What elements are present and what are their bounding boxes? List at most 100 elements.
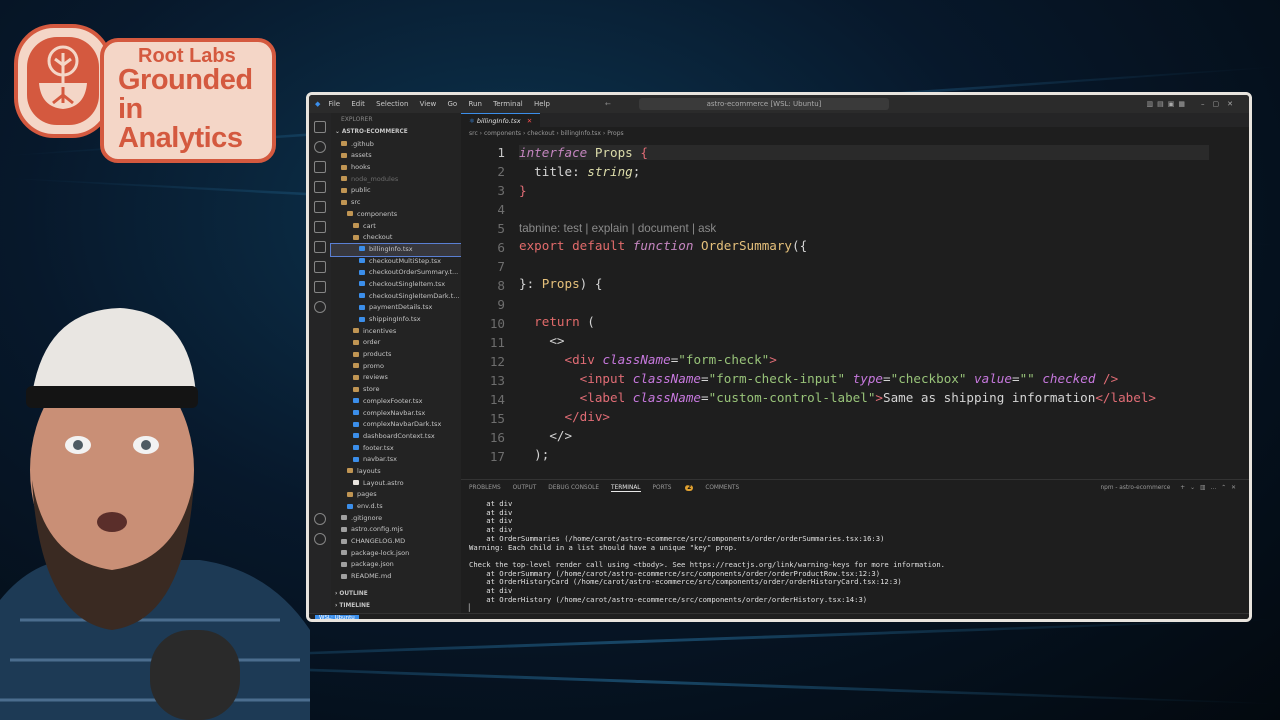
menu-help[interactable]: Help — [534, 100, 550, 108]
explorer-icon[interactable] — [314, 121, 326, 133]
menu-run[interactable]: Run — [468, 100, 481, 108]
layout-toggle-icons[interactable]: ▥▤▣▦ — [1147, 100, 1189, 108]
tree-folder[interactable]: pages — [331, 489, 461, 501]
menu-selection[interactable]: Selection — [376, 100, 408, 108]
tree-file[interactable]: dashboardContext.tsx — [331, 431, 461, 443]
accounts-icon[interactable] — [314, 513, 326, 525]
tree-folder[interactable]: hooks — [331, 162, 461, 174]
tabnine-icon[interactable] — [314, 281, 326, 293]
tree-folder[interactable]: cart — [331, 221, 461, 233]
tree-folder[interactable]: order — [331, 337, 461, 349]
tree-file[interactable]: astro.config.mjs — [331, 524, 461, 536]
code-line[interactable]: <div className="form-check"> — [519, 352, 777, 367]
breadcrumb-components[interactable]: components — [484, 130, 521, 137]
menu-edit[interactable]: Edit — [351, 100, 365, 108]
tree-file[interactable]: package.json — [331, 559, 461, 571]
tree-file[interactable]: .gitignore — [331, 513, 461, 525]
tree-file[interactable]: package-lock.json — [331, 548, 461, 560]
search-icon[interactable] — [314, 141, 326, 153]
tree-file[interactable]: billingInfo.tsx — [330, 242, 462, 257]
tree-folder[interactable]: src — [331, 197, 461, 209]
tree-file[interactable]: complexNavbarDark.tsx — [331, 419, 461, 431]
folder-icon — [341, 176, 347, 182]
tree-folder[interactable]: node_modules — [331, 174, 461, 186]
source-control-icon[interactable] — [314, 161, 326, 173]
settings-gear-icon[interactable] — [314, 533, 326, 545]
tab-debug-console[interactable]: DEBUG CONSOLE — [548, 485, 599, 491]
tab-billing-info[interactable]: ⚛ billingInfo.tsx ✕ — [461, 113, 541, 127]
code-line[interactable]: </div> — [519, 409, 611, 424]
close-icon[interactable]: ✕ — [527, 117, 532, 125]
timeline-section[interactable]: › TIMELINE — [331, 601, 370, 613]
tab-terminal[interactable]: TERMINAL — [611, 485, 641, 492]
tab-ports[interactable]: PORTS 2 — [653, 485, 694, 491]
line-number: 7 — [497, 259, 505, 274]
tree-file[interactable]: env.d.ts — [331, 501, 461, 513]
tree-folder[interactable]: assets — [331, 150, 461, 162]
outline-section[interactable]: › OUTLINE — [331, 589, 368, 601]
terminal-line: at div — [469, 499, 513, 508]
tree-file[interactable]: complexNavbar.tsx — [331, 408, 461, 420]
chat-icon[interactable] — [314, 301, 326, 313]
tree-folder[interactable]: layouts — [331, 466, 461, 478]
tree-file[interactable]: Layout.astro — [331, 478, 461, 490]
tree-file[interactable]: footer.tsx — [331, 443, 461, 455]
window-controls[interactable]: –▢✕ — [1201, 100, 1241, 108]
breadcrumb-checkout[interactable]: checkout — [527, 130, 554, 137]
tree-folder[interactable]: store — [331, 384, 461, 396]
menu-view[interactable]: View — [420, 100, 437, 108]
run-debug-icon[interactable] — [314, 181, 326, 193]
tab-output[interactable]: OUTPUT — [513, 485, 537, 491]
tree-folder[interactable]: reviews — [331, 372, 461, 384]
tree-folder[interactable]: .github — [331, 139, 461, 151]
tree-folder[interactable]: checkout — [331, 232, 461, 244]
tree-file[interactable]: paymentDetails.tsx — [331, 302, 461, 314]
code-line[interactable]: <input className="form-check-input" type… — [519, 371, 1119, 386]
menu-file[interactable]: File — [328, 100, 340, 108]
explorer-root[interactable]: ⌄ ASTRO-ECOMMERCE — [331, 127, 461, 139]
tree-folder[interactable]: promo — [331, 361, 461, 373]
code-line[interactable]: } — [519, 183, 527, 198]
code-line[interactable]: </> — [519, 428, 572, 443]
tree-file[interactable]: checkoutSingleItem.tsx — [331, 279, 461, 291]
code-line[interactable]: }: Props) { — [519, 276, 602, 291]
menu-terminal[interactable]: Terminal — [493, 100, 523, 108]
extensions-icon[interactable] — [314, 201, 326, 213]
tree-file[interactable]: README.md — [331, 571, 461, 583]
code-line[interactable]: title: string; — [519, 164, 640, 179]
code-line[interactable]: <> — [519, 333, 564, 348]
tree-file[interactable]: CHANGELOG.MD — [331, 536, 461, 548]
remote-explorer-icon[interactable] — [314, 221, 326, 233]
tree-folder[interactable]: incentives — [331, 326, 461, 338]
tab-problems[interactable]: PROBLEMS — [469, 485, 501, 491]
menu-go[interactable]: Go — [448, 100, 458, 108]
command-center-search[interactable]: astro-ecommerce [WSL: Ubuntu] — [639, 98, 889, 110]
code-line[interactable]: interface Props { — [519, 145, 1209, 160]
tabnine-codelens[interactable]: tabnine: test | explain | document | ask — [519, 222, 716, 235]
tree-file[interactable]: complexFooter.tsx — [331, 396, 461, 408]
code-line[interactable]: ); — [519, 447, 549, 462]
line-number: 2 — [497, 164, 505, 179]
terminal-name[interactable]: npm - astro-ecommerce — [1101, 485, 1171, 491]
remote-indicator[interactable]: WSL: Ubuntu — [315, 615, 359, 619]
breadcrumb-symbol[interactable]: Props — [607, 130, 623, 137]
breadcrumb-src[interactable]: src — [469, 130, 478, 137]
code-line[interactable]: return ( — [519, 314, 595, 329]
tree-file[interactable]: navbar.tsx — [331, 454, 461, 466]
tree-folder[interactable]: public — [331, 185, 461, 197]
tree-file[interactable]: checkoutSingleItemDark.t... — [331, 291, 461, 303]
terminal-output[interactable]: at div at div at div at div at OrderSumm… — [461, 496, 1249, 613]
breadcrumb-file[interactable]: billingInfo.tsx — [561, 130, 601, 137]
nav-back-icon[interactable]: ← — [605, 100, 611, 108]
tree-folder[interactable]: components — [331, 209, 461, 221]
code-line[interactable]: export default function OrderSummary({ — [519, 238, 807, 253]
code-line[interactable]: <label className="custom-control-label">… — [519, 390, 1209, 405]
docker-icon[interactable] — [314, 261, 326, 273]
testing-icon[interactable] — [314, 241, 326, 253]
tree-file[interactable]: checkoutMultiStep.tsx — [331, 256, 461, 268]
tree-folder[interactable]: products — [331, 349, 461, 361]
tree-file[interactable]: shippingInfo.tsx — [331, 314, 461, 326]
tab-comments[interactable]: COMMENTS — [705, 485, 739, 491]
terminal-actions[interactable]: +⌄▥…⌃✕ — [1180, 485, 1241, 491]
tree-file[interactable]: checkoutOrderSummary.t... — [331, 267, 461, 279]
